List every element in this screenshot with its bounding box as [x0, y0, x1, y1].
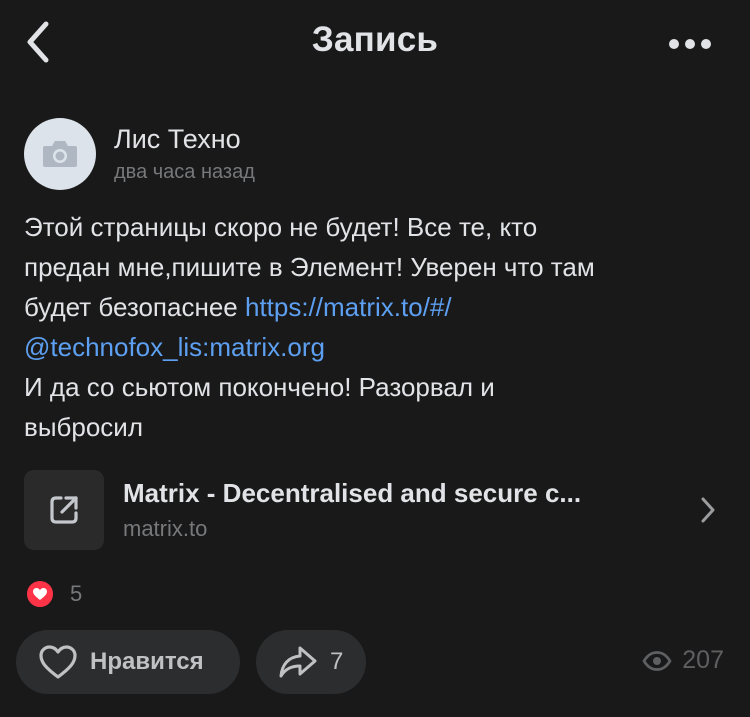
link-icon-box [24, 470, 104, 550]
camera-icon [43, 141, 77, 167]
post-text-line: выбросил [24, 412, 144, 442]
more-button[interactable] [664, 24, 716, 64]
share-arrow-icon [279, 646, 317, 678]
post-screen: Запись Лис Техно два часа назад Этой стр… [0, 0, 750, 717]
chevron-right-icon [701, 497, 715, 523]
author-name[interactable]: Лис Техно [114, 122, 255, 156]
heart-outline-icon [39, 645, 77, 679]
header: Запись [0, 0, 750, 88]
post-text-line: И да со сьютом покончено! Разорвал и [24, 372, 495, 402]
link-domain: matrix.to [123, 516, 208, 541]
author-meta: Лис Техно два часа назад [114, 122, 255, 186]
avatar[interactable] [24, 118, 96, 190]
like-label: Нравится [90, 648, 204, 675]
reaction-count: 5 [70, 581, 83, 606]
link-meta: Matrix - Decentralised and secure c... m… [123, 476, 581, 544]
share-count: 7 [330, 648, 344, 675]
post-author[interactable]: Лис Техно два часа назад [24, 117, 255, 191]
share-button[interactable]: 7 [256, 630, 366, 694]
like-button[interactable]: Нравится [16, 630, 240, 694]
matrix-link[interactable]: https://matrix.to/#/ [245, 292, 452, 322]
matrix-link-continued[interactable]: @technofox_lis:matrix.org [24, 332, 325, 362]
page-title: Запись [311, 20, 439, 59]
heart-icon [33, 588, 47, 600]
views-counter: 207 [642, 646, 724, 675]
link-preview-card[interactable]: Matrix - Decentralised and secure c... m… [24, 470, 726, 550]
post-time: два часа назад [114, 161, 255, 183]
action-bar: Нравится 7 207 [16, 630, 730, 694]
views-count: 207 [682, 646, 724, 674]
post-text: Этой страницы скоро не будет! Все те, кт… [24, 207, 724, 447]
heart-reaction-badge [24, 578, 56, 610]
post-text-line: будет безопаснее https://matrix.to/#/ [24, 287, 724, 327]
post-text-fragment: будет безопаснее [24, 292, 245, 322]
eye-icon [642, 650, 672, 671]
link-title: Matrix - Decentralised and secure c... [123, 478, 582, 508]
more-horizontal-icon [669, 39, 711, 49]
reactions-summary[interactable]: 5 [24, 578, 82, 610]
post-text-line: Этой страницы скоро не будет! Все те, кт… [24, 212, 538, 242]
post-text-line: @technofox_lis:matrix.org [24, 327, 724, 367]
post-text-line: предан мне,пишите в Элемент! Уверен что … [24, 252, 595, 282]
external-link-icon [50, 496, 78, 524]
